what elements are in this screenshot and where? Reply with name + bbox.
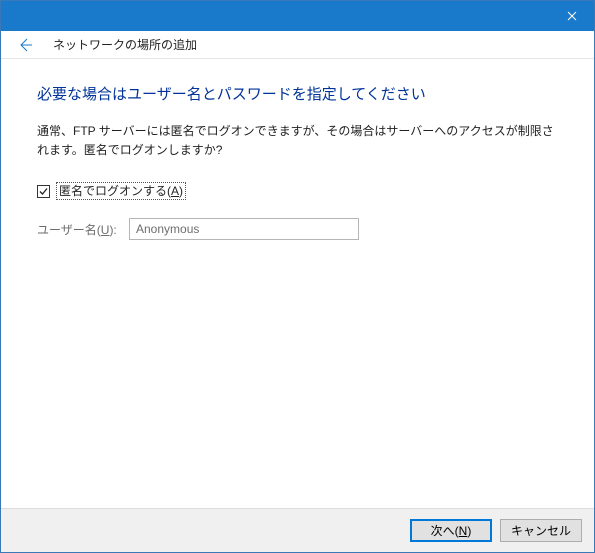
username-row: ユーザー名(U): (37, 218, 558, 240)
back-button[interactable] (13, 33, 37, 57)
check-icon (38, 186, 49, 197)
username-label: ユーザー名(U): (37, 221, 129, 238)
back-arrow-icon (17, 37, 33, 53)
anonymous-logon-row: 匿名でログオンする(A) (37, 182, 558, 200)
page-description: 通常、FTP サーバーには匿名でログオンできますが、その場合はサーバーへのアクセ… (37, 122, 558, 160)
anonymous-logon-label[interactable]: 匿名でログオンする(A) (56, 182, 186, 200)
cancel-button[interactable]: キャンセル (500, 519, 582, 542)
next-button[interactable]: 次へ(N) (410, 519, 492, 542)
close-icon (567, 11, 577, 21)
titlebar (1, 1, 594, 31)
username-input[interactable] (129, 218, 359, 240)
wizard-header: ネットワークの場所の追加 (1, 31, 594, 59)
wizard-window: ネットワークの場所の追加 必要な場合はユーザー名とパスワードを指定してください … (0, 0, 595, 553)
close-button[interactable] (549, 1, 594, 31)
wizard-title: ネットワークの場所の追加 (53, 36, 197, 53)
wizard-body: 必要な場合はユーザー名とパスワードを指定してください 通常、FTP サーバーには… (1, 59, 594, 508)
wizard-footer: 次へ(N) キャンセル (1, 508, 594, 552)
anonymous-logon-checkbox[interactable] (37, 185, 50, 198)
page-title: 必要な場合はユーザー名とパスワードを指定してください (37, 83, 558, 104)
